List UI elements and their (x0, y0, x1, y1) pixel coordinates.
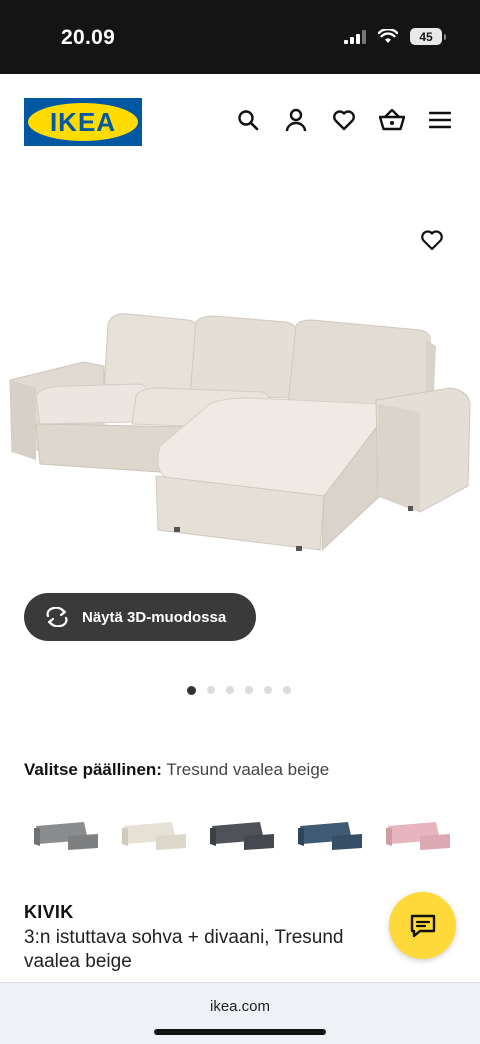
status-bar: 20.09 45 (0, 0, 480, 74)
browser-address-bar[interactable]: ikea.com (0, 982, 480, 1044)
swatch-grey[interactable] (28, 806, 108, 866)
swatch-dark-grey[interactable] (204, 806, 284, 866)
battery-icon: 45 (410, 28, 446, 45)
cover-label: Valitse päällinen: (24, 760, 162, 779)
cart-button[interactable] (378, 106, 406, 134)
view-in-3d-label: Näytä 3D-muodossa (82, 608, 227, 626)
chat-icon (410, 914, 435, 937)
ikea-logo[interactable]: IKEA (24, 98, 142, 146)
account-button[interactable] (282, 106, 310, 134)
view-in-3d-button[interactable]: Näytä 3D-muodossa (24, 593, 256, 641)
cover-swatches (0, 806, 480, 866)
shopping-bag-icon (379, 109, 405, 131)
account-icon (285, 108, 307, 132)
signal-icon (344, 29, 366, 44)
product-name: KIVIK (24, 902, 74, 922)
heart-icon (333, 110, 355, 131)
cover-value: Tresund vaalea beige (166, 760, 330, 779)
header-nav (234, 106, 454, 134)
hamburger-menu-icon (429, 111, 451, 129)
cover-selection: Valitse päällinen: Tresund vaalea beige (24, 760, 329, 780)
image-carousel-dots (187, 685, 291, 695)
wifi-icon (378, 29, 398, 43)
logo-text: IKEA (50, 107, 116, 137)
home-indicator[interactable] (154, 1029, 326, 1035)
swatch-pink[interactable] (380, 806, 460, 866)
rotate-3d-icon (46, 607, 68, 627)
swatch-blue[interactable] (292, 806, 372, 866)
add-to-favourites-button[interactable] (416, 224, 448, 256)
carousel-dot[interactable] (187, 685, 196, 695)
carousel-dot[interactable] (226, 686, 234, 694)
status-icons: 45 (344, 28, 446, 45)
site-header: IKEA (0, 74, 480, 170)
chat-button[interactable] (389, 892, 456, 959)
heart-icon (421, 230, 443, 251)
wishlist-button[interactable] (330, 106, 358, 134)
carousel-dot[interactable] (245, 686, 253, 694)
carousel-dot[interactable] (264, 686, 272, 694)
battery-level: 45 (419, 29, 433, 44)
status-time: 20.09 (61, 26, 116, 49)
sofa-image (9, 313, 471, 552)
menu-button[interactable] (426, 106, 454, 134)
carousel-dot[interactable] (283, 686, 291, 694)
search-button[interactable] (234, 106, 262, 134)
product-description: 3:n istuttava sohva + divaani, Tresund v… (24, 927, 344, 972)
carousel-dot[interactable] (207, 686, 215, 694)
search-icon (238, 110, 259, 131)
url-text[interactable]: ikea.com (0, 998, 480, 1015)
swatch-light-beige[interactable] (116, 806, 196, 866)
